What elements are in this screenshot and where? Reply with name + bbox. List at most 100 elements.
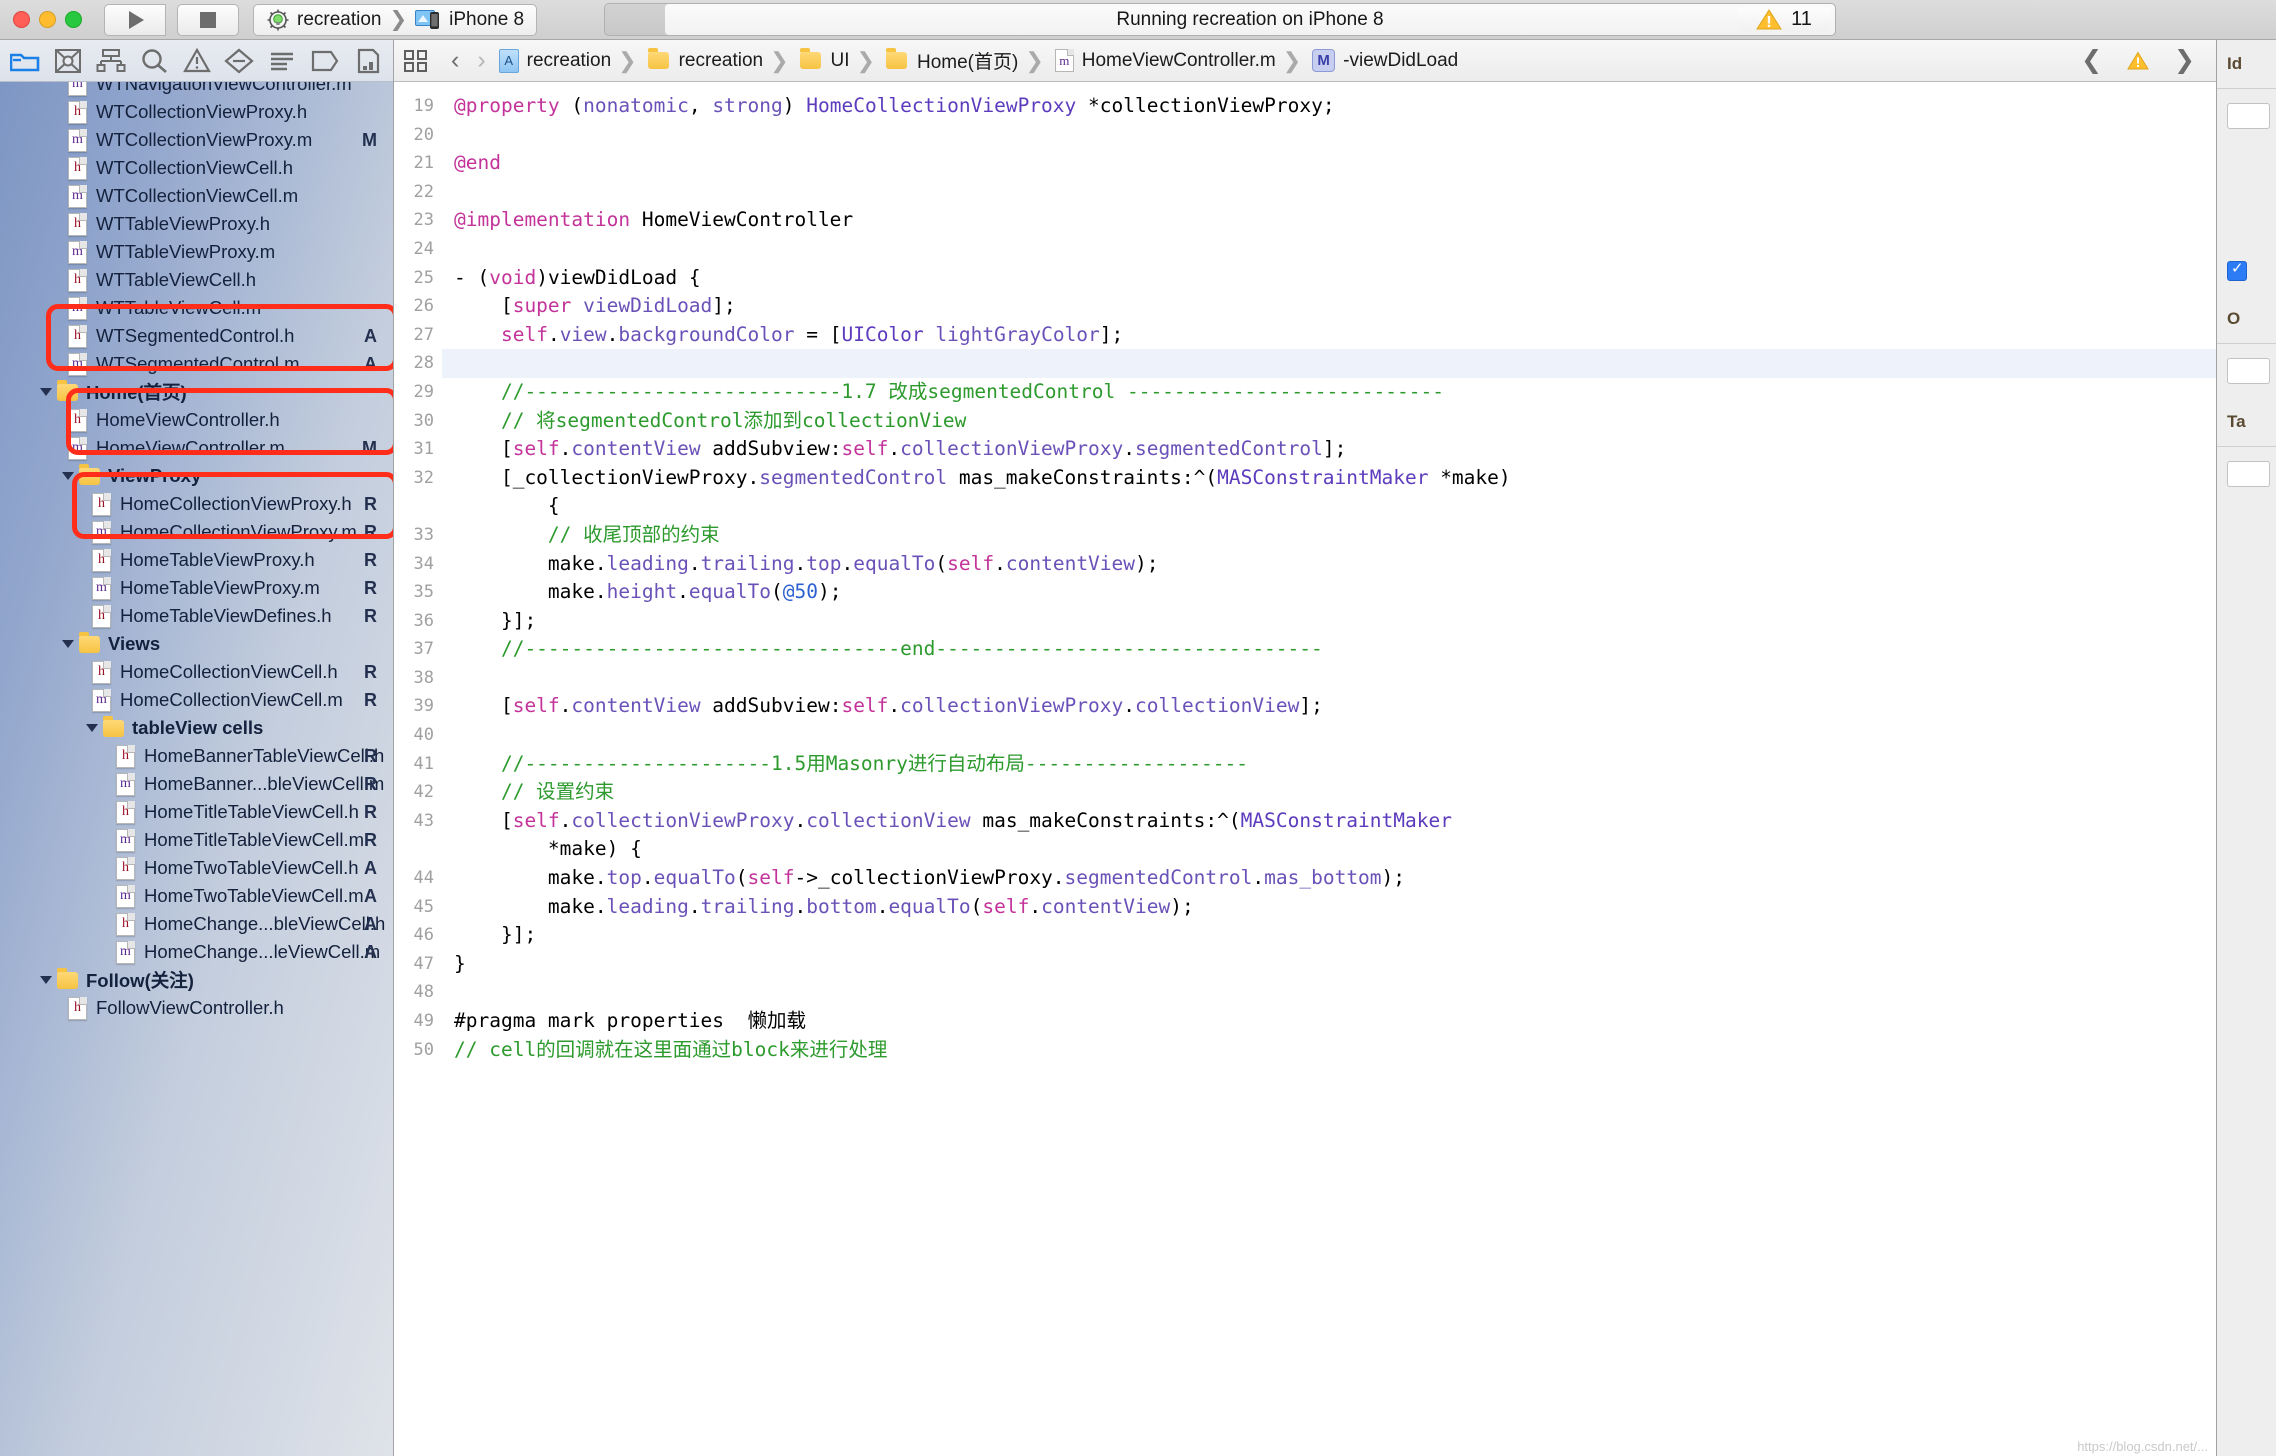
code-line[interactable]: }];: [442, 607, 2216, 636]
file-tree-item[interactable]: mWTTableViewCell.m: [0, 294, 393, 322]
file-tree-item[interactable]: mHomeCollectionViewCell.mR: [0, 686, 393, 714]
code-line[interactable]: [_collectionViewProxy.segmentedControl m…: [442, 464, 2216, 493]
warning-indicator[interactable]: 11: [1737, 7, 1831, 32]
file-tree-item[interactable]: hHomeTitleTableViewCell.hR: [0, 798, 393, 826]
code-line[interactable]: make.height.equalTo(@50);: [442, 578, 2216, 607]
code-line[interactable]: //---------------------------1.7 改成segme…: [442, 378, 2216, 407]
code-line[interactable]: [442, 978, 2216, 1007]
code-line[interactable]: make.leading.trailing.top.equalTo(self.c…: [442, 550, 2216, 579]
previous-issue-button[interactable]: ❮: [2072, 48, 2111, 73]
code-line[interactable]: [442, 721, 2216, 750]
code-text-area[interactable]: @property (nonatomic, strong) HomeCollec…: [442, 82, 2216, 1456]
breadcrumb-item-group-recreation[interactable]: recreation: [648, 50, 764, 72]
code-line[interactable]: [442, 235, 2216, 264]
inspector-text-field[interactable]: [2227, 103, 2270, 129]
code-line[interactable]: {: [442, 492, 2216, 521]
file-tree-item[interactable]: mWTSegmentedControl.mA: [0, 350, 393, 378]
window-controls[interactable]: [0, 11, 82, 28]
breadcrumb-item-file[interactable]: m HomeViewController.m: [1055, 49, 1276, 72]
file-tree-item[interactable]: mWTCollectionViewCell.m: [0, 182, 393, 210]
code-line[interactable]: //---------------------1.5用Masonry进行自动布局…: [442, 750, 2216, 779]
maximize-window-button[interactable]: [65, 11, 82, 28]
inspector-checkbox[interactable]: [2227, 261, 2247, 281]
source-code-editor[interactable]: 1920212223242526272829303132333435363738…: [394, 82, 2216, 1456]
file-tree-item[interactable]: mHomeCollectionViewProxy.mR: [0, 518, 393, 546]
code-line[interactable]: [self.contentView addSubview:self.collec…: [442, 435, 2216, 464]
code-line[interactable]: [442, 178, 2216, 207]
close-window-button[interactable]: [13, 11, 30, 28]
file-tree-item[interactable]: mHomeChange...leViewCell.mA: [0, 938, 393, 966]
minimize-window-button[interactable]: [39, 11, 56, 28]
code-line[interactable]: [self.collectionViewProxy.collectionView…: [442, 807, 2216, 836]
sidebar-item-find-navigator[interactable]: [132, 40, 175, 82]
disclosure-triangle-icon[interactable]: [40, 976, 52, 984]
file-tree-item[interactable]: hWTCollectionViewProxy.h: [0, 98, 393, 126]
code-line[interactable]: [442, 121, 2216, 150]
sidebar-item-issue-navigator[interactable]: [175, 40, 218, 82]
file-tree-item[interactable]: hHomeCollectionViewProxy.hR: [0, 490, 393, 518]
sidebar-item-report-navigator[interactable]: [346, 40, 389, 82]
inspector-text-field[interactable]: [2227, 461, 2270, 487]
code-line[interactable]: - (void)viewDidLoad {: [442, 264, 2216, 293]
file-tree-item[interactable]: hWTTableViewCell.h: [0, 266, 393, 294]
disclosure-triangle-icon[interactable]: [62, 640, 74, 648]
code-line[interactable]: }: [442, 950, 2216, 979]
navigate-forward-button[interactable]: ›: [468, 48, 494, 73]
code-line[interactable]: self.view.backgroundColor = [UIColor lig…: [442, 321, 2216, 350]
code-line[interactable]: [self.contentView addSubview:self.collec…: [442, 692, 2216, 721]
next-issue-button[interactable]: ❯: [2165, 48, 2204, 73]
file-tree-item[interactable]: mHomeTableViewProxy.mR: [0, 574, 393, 602]
file-tree-item[interactable]: hHomeCollectionViewCell.hR: [0, 658, 393, 686]
disclosure-triangle-icon[interactable]: [62, 472, 74, 480]
file-tree-item[interactable]: hWTTableViewProxy.h: [0, 210, 393, 238]
code-line[interactable]: // 设置约束: [442, 778, 2216, 807]
file-tree-item[interactable]: hHomeTableViewDefines.hR: [0, 602, 393, 630]
code-line[interactable]: @end: [442, 149, 2216, 178]
code-line[interactable]: make.leading.trailing.bottom.equalTo(sel…: [442, 893, 2216, 922]
file-tree-item[interactable]: hHomeViewController.h: [0, 406, 393, 434]
sidebar-item-test-navigator[interactable]: [218, 40, 261, 82]
sidebar-item-breakpoint-navigator[interactable]: [303, 40, 346, 82]
related-items-icon[interactable]: [404, 49, 430, 73]
sidebar-item-source-control-navigator[interactable]: [47, 40, 90, 82]
file-tree-item[interactable]: mHomeTwoTableViewCell.mA: [0, 882, 393, 910]
file-tree-group[interactable]: ViewProxy: [0, 462, 393, 490]
file-tree-item[interactable]: mHomeViewController.mM: [0, 434, 393, 462]
code-line[interactable]: }];: [442, 921, 2216, 950]
inspector-text-field[interactable]: [2227, 358, 2270, 384]
code-line[interactable]: [442, 349, 2216, 378]
code-line[interactable]: [super viewDidLoad];: [442, 292, 2216, 321]
stop-button[interactable]: [177, 4, 239, 36]
file-tree-group[interactable]: Views: [0, 630, 393, 658]
code-line[interactable]: // 收尾顶部的约束: [442, 521, 2216, 550]
code-line[interactable]: make.top.equalTo(self->_collectionViewPr…: [442, 864, 2216, 893]
sidebar-item-project-navigator[interactable]: [4, 40, 47, 82]
file-tree-item[interactable]: mWTNavigationViewController.m: [0, 82, 393, 98]
file-tree-item[interactable]: hFollowViewController.h: [0, 994, 393, 1022]
code-line[interactable]: *make) {: [442, 835, 2216, 864]
file-tree-group[interactable]: Follow(关注): [0, 966, 393, 994]
disclosure-triangle-icon[interactable]: [40, 388, 52, 396]
code-line[interactable]: //--------------------------------end---…: [442, 635, 2216, 664]
code-line[interactable]: [442, 664, 2216, 693]
file-tree-item[interactable]: hHomeBannerTableViewCell.hR: [0, 742, 393, 770]
breadcrumb-item-group-ui[interactable]: UI: [800, 50, 850, 72]
file-tree-group[interactable]: tableView cells: [0, 714, 393, 742]
sidebar-item-debug-navigator[interactable]: [261, 40, 304, 82]
code-line[interactable]: // cell的回调就在这里面通过block来进行处理: [442, 1036, 2216, 1065]
file-tree-group[interactable]: Home(首页): [0, 378, 393, 406]
file-tree-item[interactable]: mHomeTitleTableViewCell.mR: [0, 826, 393, 854]
warning-triangle-icon[interactable]: [2127, 51, 2149, 71]
disclosure-triangle-icon[interactable]: [86, 724, 98, 732]
file-tree-item[interactable]: mHomeBanner...bleViewCell.mR: [0, 770, 393, 798]
breadcrumb-item-project[interactable]: A recreation: [499, 49, 612, 73]
code-line[interactable]: @implementation HomeViewController: [442, 206, 2216, 235]
file-tree-item[interactable]: hWTCollectionViewCell.h: [0, 154, 393, 182]
code-line[interactable]: @property (nonatomic, strong) HomeCollec…: [442, 92, 2216, 121]
scheme-selector[interactable]: recreation ❯ iPhone 8: [253, 4, 537, 36]
navigate-back-button[interactable]: ‹: [442, 48, 468, 73]
file-tree-item[interactable]: hHomeTwoTableViewCell.hA: [0, 854, 393, 882]
project-file-tree[interactable]: mWTNavigationViewController.mhWTCollecti…: [0, 82, 393, 1456]
breadcrumb-item-group-home[interactable]: Home(首页): [886, 47, 1018, 74]
file-tree-item[interactable]: mWTCollectionViewProxy.mM: [0, 126, 393, 154]
